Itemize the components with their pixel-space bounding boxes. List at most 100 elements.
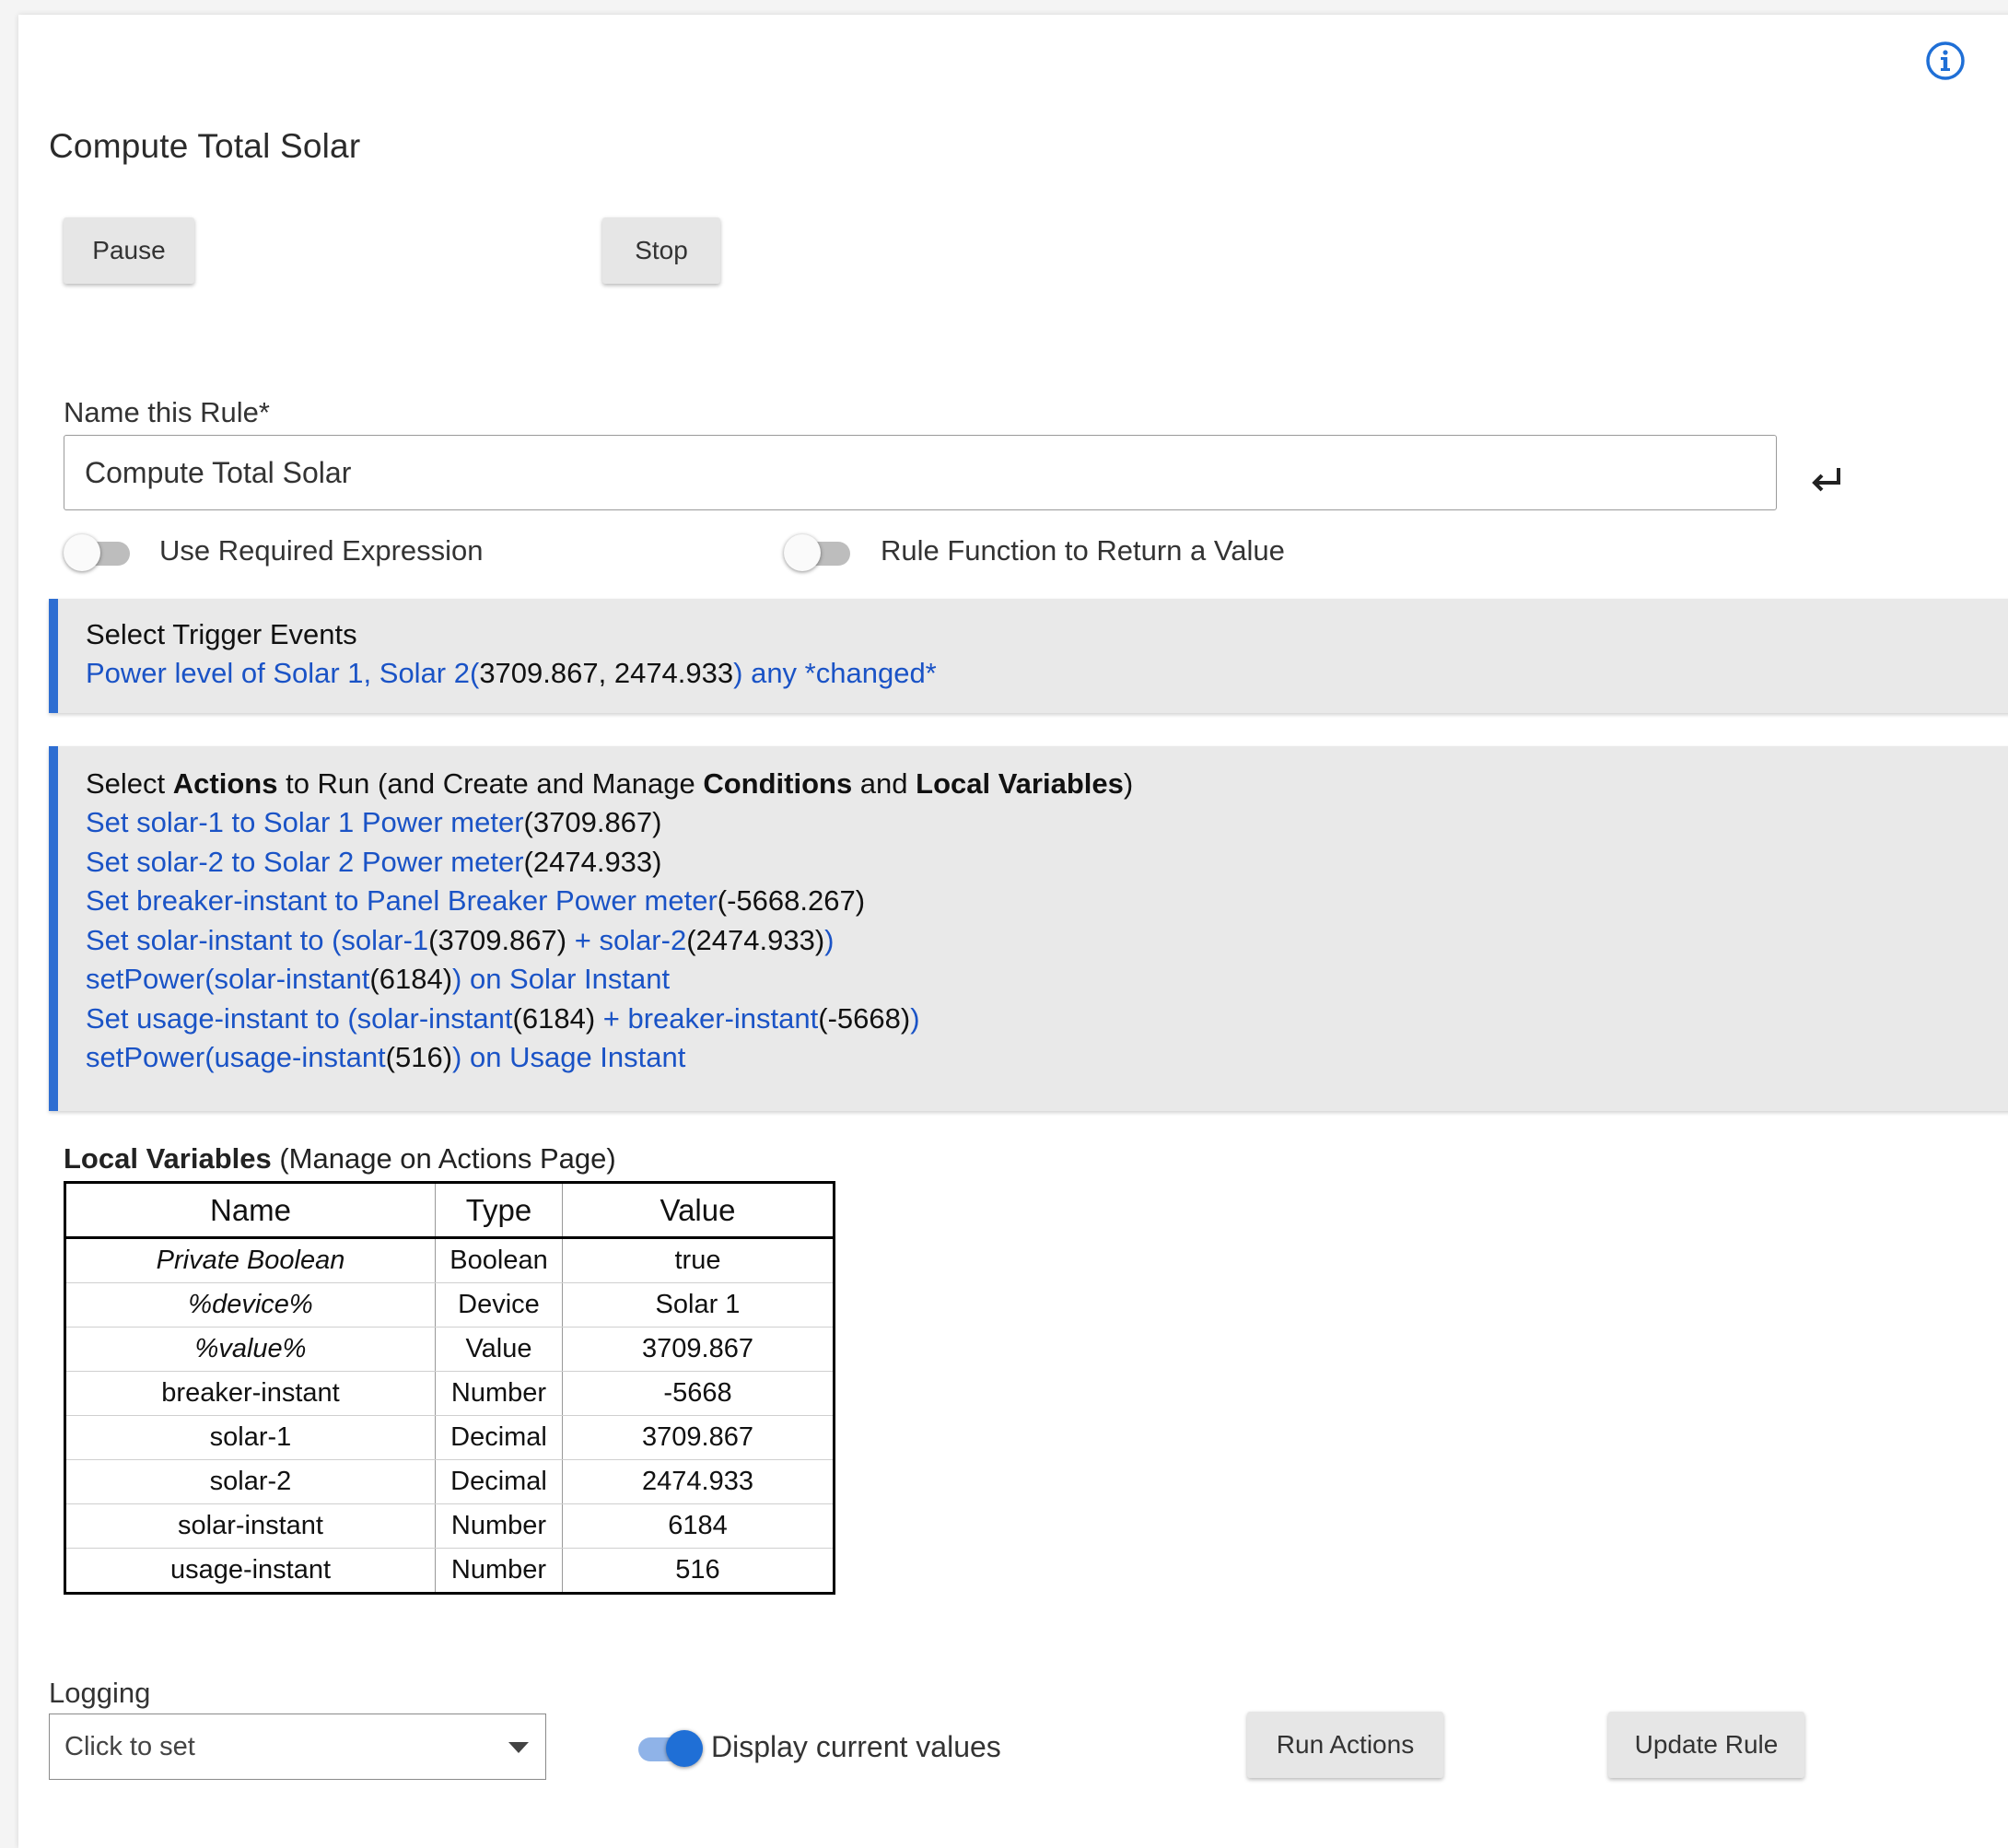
table-header-row: Name Type Value [64, 1182, 835, 1239]
top-right-icons [1925, 41, 2008, 87]
action-line[interactable]: Set usage-instant to (solar-instant(6184… [86, 1000, 2008, 1039]
action-line[interactable]: Set solar-2 to Solar 2 Power meter(2474.… [86, 843, 2008, 883]
update-rule-button[interactable]: Update Rule [1608, 1712, 1804, 1778]
action-line[interactable]: setPower(usage-instant(516)) on Usage In… [86, 1038, 2008, 1078]
var-value: Solar 1 [562, 1282, 835, 1328]
required-expression-label: Use Required Expression [159, 534, 484, 567]
action-value: (6184) [512, 1001, 596, 1035]
action-value: (3709.867) [523, 806, 662, 838]
caret-down-icon [508, 1742, 529, 1753]
rule-page: Compute Total Solar Pause Stop Name this… [18, 15, 2008, 1848]
logging-select-value: Click to set [64, 1731, 195, 1761]
var-type: Decimal [435, 1415, 563, 1460]
action-text: Set breaker-instant to Panel Breaker Pow… [86, 884, 718, 917]
display-values-toggle[interactable] [631, 1728, 703, 1767]
var-value: 6184 [562, 1503, 835, 1549]
logging-select[interactable]: Click to set [49, 1713, 546, 1780]
trigger-text-a: Power level of Solar 1, Solar 2( [86, 657, 480, 689]
var-value: 2474.933 [562, 1459, 835, 1504]
trigger-events-section[interactable]: Select Trigger Events Power level of Sol… [49, 599, 2008, 713]
var-name: solar-instant [64, 1503, 436, 1549]
toggle-knob [64, 534, 100, 571]
table-row: solar-instant Number 6184 [64, 1503, 835, 1549]
action-line[interactable]: Set solar-instant to (solar-1(3709.867) … [86, 921, 2008, 961]
required-expression-toggle[interactable] [64, 532, 134, 571]
column-header-name: Name [64, 1182, 436, 1239]
var-type: Value [435, 1327, 563, 1372]
action-value: (6184) [369, 963, 453, 995]
column-header-value: Value [562, 1182, 835, 1239]
actions-section[interactable]: Select Actions to Run (and Create and Ma… [49, 746, 2008, 1111]
action-value: (3709.867) [428, 923, 567, 956]
var-value: true [562, 1237, 835, 1283]
var-type: Device [435, 1282, 563, 1328]
actions-heading-part: and [852, 767, 916, 800]
action-text: Set usage-instant to (solar-instant [86, 1001, 513, 1035]
action-value: (-5668) [818, 1001, 911, 1035]
logging-label: Logging [49, 1677, 151, 1709]
var-name: Private Boolean [64, 1237, 436, 1283]
var-type: Number [435, 1371, 563, 1416]
enter-arrow-icon[interactable] [1809, 464, 1846, 497]
column-header-type: Type [435, 1182, 563, 1239]
stop-button[interactable]: Stop [602, 217, 720, 284]
action-text: ) on Solar Instant [452, 963, 671, 995]
action-text: ) on Usage Instant [452, 1041, 686, 1073]
toggle-knob [784, 534, 821, 571]
trigger-events-heading: Select Trigger Events [86, 618, 357, 650]
trigger-events-summary[interactable]: Power level of Solar 1, Solar 2(3709.867… [86, 654, 2008, 694]
rule-name-input[interactable] [64, 435, 1777, 510]
var-value: 3709.867 [562, 1415, 835, 1460]
table-row: usage-instant Number 516 [64, 1548, 835, 1594]
rule-name-label: Name this Rule* [64, 396, 270, 428]
var-type: Number [435, 1503, 563, 1549]
action-text: Set solar-1 to Solar 1 Power meter [86, 806, 524, 838]
rule-function-toggle[interactable] [784, 532, 854, 571]
table-row: solar-1 Decimal 3709.867 [64, 1415, 835, 1460]
info-icon[interactable] [1925, 41, 1966, 81]
var-type: Number [435, 1548, 563, 1594]
page-title: Compute Total Solar [49, 127, 361, 165]
action-value: (516) [385, 1041, 453, 1073]
local-variables-table: Name Type Value Private Boolean Boolean tr… [64, 1181, 835, 1595]
action-value: (2474.933) [686, 923, 825, 956]
actions-heading-part: ) [1123, 767, 1134, 800]
action-text: setPower(solar-instant [86, 963, 370, 995]
table-row: Private Boolean Boolean true [64, 1237, 835, 1283]
var-name: usage-instant [64, 1548, 436, 1594]
table-row: breaker-instant Number -5668 [64, 1371, 835, 1416]
action-text: ) [910, 1001, 920, 1035]
display-values-label: Display current values [711, 1730, 1001, 1763]
action-text: setPower(usage-instant [86, 1041, 386, 1073]
var-name: %device% [64, 1282, 436, 1328]
toggle-knob [666, 1730, 703, 1767]
trigger-values: 3709.867, 2474.933 [479, 657, 734, 689]
var-name: solar-1 [64, 1415, 436, 1460]
var-value: -5668 [562, 1371, 835, 1416]
var-value: 3709.867 [562, 1327, 835, 1372]
var-type: Boolean [435, 1237, 563, 1283]
var-name: breaker-instant [64, 1371, 436, 1416]
local-variables-title-rest: (Manage on Actions Page) [271, 1142, 616, 1175]
actions-heading-part: to Run (and Create and Manage [277, 767, 704, 800]
action-value: (2474.933) [523, 845, 662, 878]
action-text: Set solar-instant to (solar-1 [86, 923, 429, 956]
action-line[interactable]: setPower(solar-instant(6184)) on Solar I… [86, 960, 2008, 1000]
table-row: %device% Device Solar 1 [64, 1282, 835, 1328]
action-text: Set solar-2 to Solar 2 Power meter [86, 845, 524, 878]
action-text: + solar-2 [566, 923, 687, 956]
action-value: (-5668.267) [717, 884, 866, 917]
rule-function-label: Rule Function to Return a Value [881, 534, 1285, 567]
actions-heading-part: Select [86, 767, 173, 800]
local-variables-title: Local Variables (Manage on Actions Page) [64, 1142, 616, 1175]
table-row: %value% Value 3709.867 [64, 1327, 835, 1372]
var-name: %value% [64, 1327, 436, 1372]
run-actions-button[interactable]: Run Actions [1247, 1712, 1443, 1778]
table-row: solar-2 Decimal 2474.933 [64, 1459, 835, 1504]
trigger-text-c: ) any *changed* [733, 657, 937, 689]
action-line[interactable]: Set solar-1 to Solar 1 Power meter(3709.… [86, 803, 2008, 843]
pause-button[interactable]: Pause [64, 217, 194, 284]
conditions-heading-bold: Conditions [703, 767, 853, 800]
actions-heading-bold: Actions [172, 767, 278, 800]
action-line[interactable]: Set breaker-instant to Panel Breaker Pow… [86, 882, 2008, 921]
